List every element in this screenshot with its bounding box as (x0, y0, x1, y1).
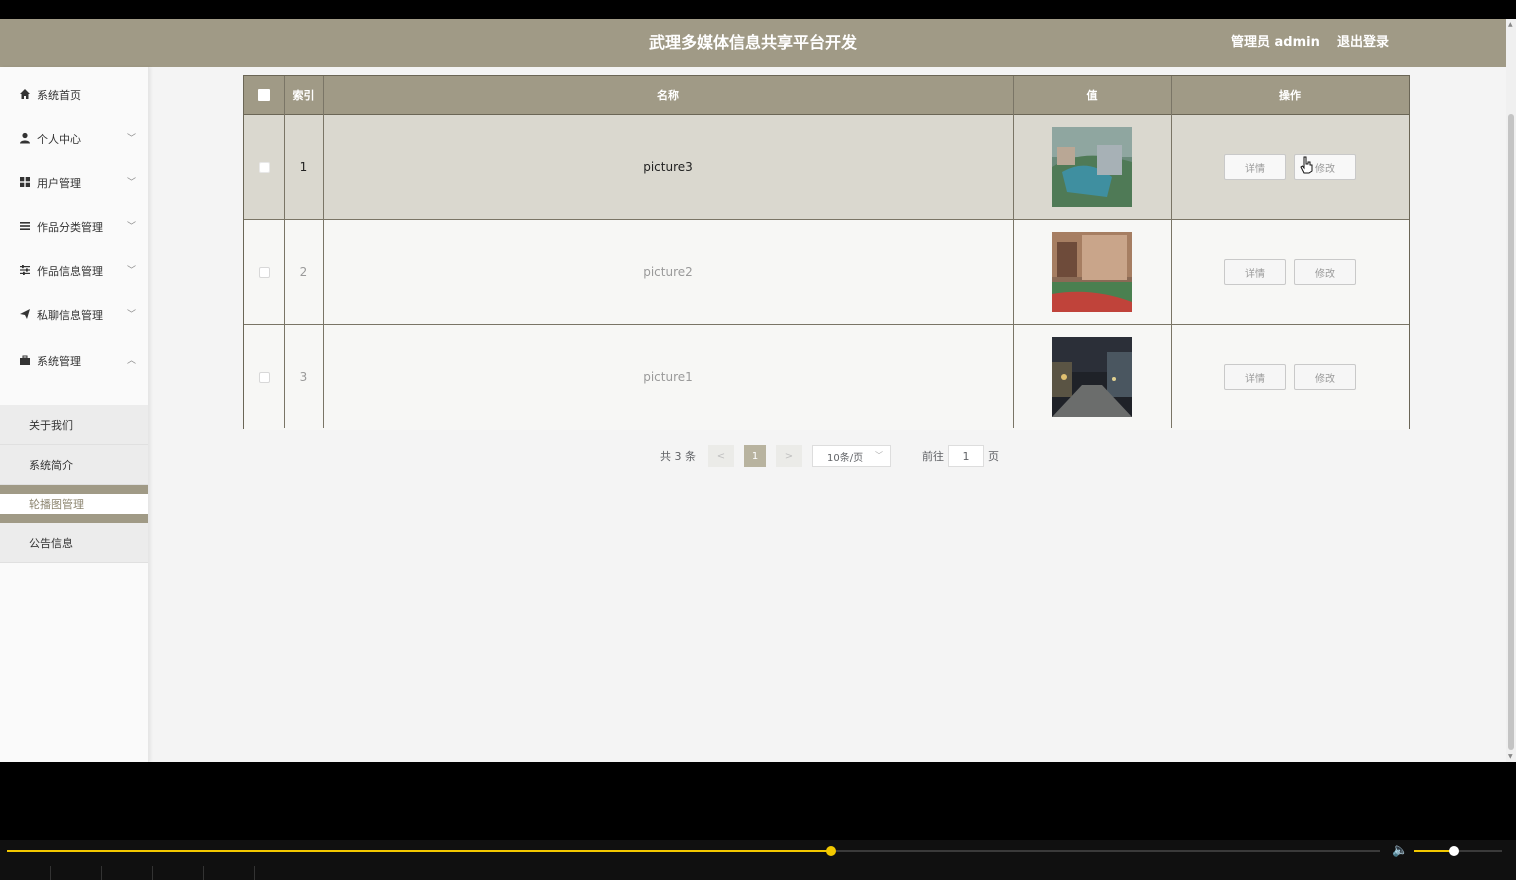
row-checkbox[interactable] (258, 161, 270, 173)
chevron-up-icon: ︿ (126, 356, 136, 366)
row-index: 2 (299, 265, 308, 279)
sidebar-subitem-label: 轮播图管理 (29, 498, 84, 511)
table-row: 3 picture1 详情 修改 (244, 325, 1409, 430)
chevron-down-icon: ﹀ (126, 178, 136, 188)
chevron-down-icon: ﹀ (126, 266, 136, 276)
sidebar-item-system[interactable]: 系统管理 ︿ (0, 339, 148, 383)
header-index: 索引 (292, 89, 315, 102)
hand-cursor-icon (1300, 156, 1314, 178)
edit-button[interactable]: 修改 (1294, 259, 1356, 285)
chevron-down-icon: ﹀ (126, 222, 136, 232)
briefcase-icon (18, 354, 32, 369)
column-divider (1013, 76, 1014, 428)
column-divider (323, 76, 324, 428)
admin-username: 管理员 admin (1231, 35, 1320, 50)
sidebar-item-label: 用户管理 (37, 177, 81, 190)
goto-label: 前往 (922, 450, 944, 463)
send-icon (18, 308, 32, 323)
sidebar-subitem-label: 公告信息 (29, 536, 73, 550)
thumbnail-image[interactable] (1052, 337, 1132, 417)
scroll-down-icon[interactable]: ▼ (1508, 753, 1513, 760)
video-player-controls: 🔈 (0, 840, 1516, 880)
next-page-button[interactable]: > (776, 445, 802, 467)
header-name: 名称 (657, 89, 679, 102)
chevron-down-icon: ﹀ (126, 310, 136, 320)
page-size-value: 10条/页 (827, 452, 864, 464)
edit-button[interactable]: 修改 (1294, 364, 1356, 390)
select-all-checkbox[interactable] (258, 89, 270, 101)
row-checkbox[interactable] (258, 266, 270, 278)
sidebar-item-label: 系统首页 (37, 89, 81, 102)
row-name: picture2 (643, 265, 693, 279)
sidebar-item-label: 作品信息管理 (37, 265, 103, 278)
row-index: 1 (299, 160, 308, 174)
sidebar-subitem-intro[interactable]: 系统简介 (0, 445, 148, 485)
progress-fill (7, 850, 831, 852)
scroll-up-icon[interactable]: ▲ (1508, 21, 1513, 28)
row-index: 3 (299, 370, 308, 384)
sidebar-item-label: 作品分类管理 (37, 221, 103, 234)
volume-knob[interactable] (1448, 846, 1459, 856)
sidebar-subitem-carousel[interactable]: 轮播图管理 (0, 494, 148, 514)
sliders-icon (18, 264, 32, 279)
goto-page-input[interactable]: 1 (948, 445, 984, 467)
detail-button[interactable]: 详情 (1224, 259, 1286, 285)
player-bottom-strip (0, 866, 1516, 880)
chevron-down-icon: ﹀ (875, 451, 883, 460)
sidebar-subitem-about[interactable]: 关于我们 (0, 405, 148, 445)
column-divider (1171, 76, 1172, 428)
sidebar-item-private-chat[interactable]: 私聊信息管理 ﹀ (0, 293, 148, 337)
header-action: 操作 (1279, 89, 1301, 102)
thumbnail-image[interactable] (1052, 232, 1132, 312)
app-window: 武理多媒体信息共享平台开发 管理员 admin 退出登录 系统首页 个人中心 ﹀ (0, 19, 1506, 762)
video-frame: 武理多媒体信息共享平台开发 管理员 admin 退出登录 系统首页 个人中心 ﹀ (0, 0, 1516, 880)
carousel-table: 索引 名称 值 操作 1 picture3 详情 修改 2 picture2 详… (243, 75, 1410, 430)
thumbnail-image[interactable] (1052, 127, 1132, 207)
list-icon (18, 220, 32, 235)
sidebar-item-work-category[interactable]: 作品分类管理 ﹀ (0, 205, 148, 249)
row-name: picture3 (643, 160, 693, 174)
table-row: 1 picture3 详情 修改 (244, 115, 1409, 220)
detail-button[interactable]: 详情 (1224, 154, 1286, 180)
sidebar-subitem-notice[interactable]: 公告信息 (0, 523, 148, 563)
header-value: 值 (1086, 89, 1098, 102)
chevron-down-icon: ﹀ (126, 134, 136, 144)
sidebar-item-home[interactable]: 系统首页 (0, 73, 148, 117)
active-indicator-top (0, 485, 148, 494)
logout-link[interactable]: 退出登录 (1337, 19, 1389, 67)
home-icon (18, 88, 32, 103)
detail-button[interactable]: 详情 (1224, 364, 1286, 390)
page-number-current[interactable]: 1 (744, 445, 766, 467)
volume-fill (1414, 850, 1454, 852)
pagination: 共 3 条 < 1 > 10条/页 ﹀ 前往 1 页 (660, 444, 999, 468)
user-icon (18, 132, 32, 147)
sidebar-item-work-info[interactable]: 作品信息管理 ﹀ (0, 249, 148, 293)
table-header: 索引 名称 值 操作 (244, 76, 1409, 115)
page-size-select[interactable]: 10条/页 ﹀ (812, 445, 891, 467)
row-checkbox[interactable] (258, 371, 270, 383)
progress-bar[interactable] (7, 846, 1380, 856)
volume-slider[interactable] (1414, 846, 1502, 856)
sidebar-item-label: 私聊信息管理 (37, 309, 103, 322)
sidebar-item-users[interactable]: 用户管理 ﹀ (0, 161, 148, 205)
prev-page-button[interactable]: < (708, 445, 734, 467)
goto-suffix: 页 (988, 450, 999, 463)
volume-icon[interactable]: 🔈 (1392, 843, 1408, 858)
grid-icon (18, 176, 32, 191)
sidebar-item-label: 个人中心 (37, 133, 81, 146)
column-divider (284, 76, 285, 428)
sidebar-subitem-label: 关于我们 (29, 418, 73, 432)
progress-knob[interactable] (825, 846, 836, 856)
vertical-scrollbar[interactable]: ▲ ▼ (1506, 19, 1516, 762)
sidebar-item-label: 系统管理 (37, 355, 81, 368)
table-row: 2 picture2 详情 修改 (244, 220, 1409, 325)
total-count: 共 3 条 (660, 450, 696, 463)
sidebar: 系统首页 个人中心 ﹀ 用户管理 ﹀ 作品分类管理 ﹀ 作品信息管理 ﹀ 私聊信… (0, 67, 149, 762)
active-indicator-bottom (0, 514, 148, 523)
sidebar-item-profile[interactable]: 个人中心 ﹀ (0, 117, 148, 161)
scrollbar-thumb[interactable] (1508, 114, 1514, 750)
top-header: 武理多媒体信息共享平台开发 管理员 admin 退出登录 (0, 19, 1506, 67)
row-name: picture1 (643, 370, 693, 384)
sidebar-subitem-label: 系统简介 (29, 458, 73, 472)
